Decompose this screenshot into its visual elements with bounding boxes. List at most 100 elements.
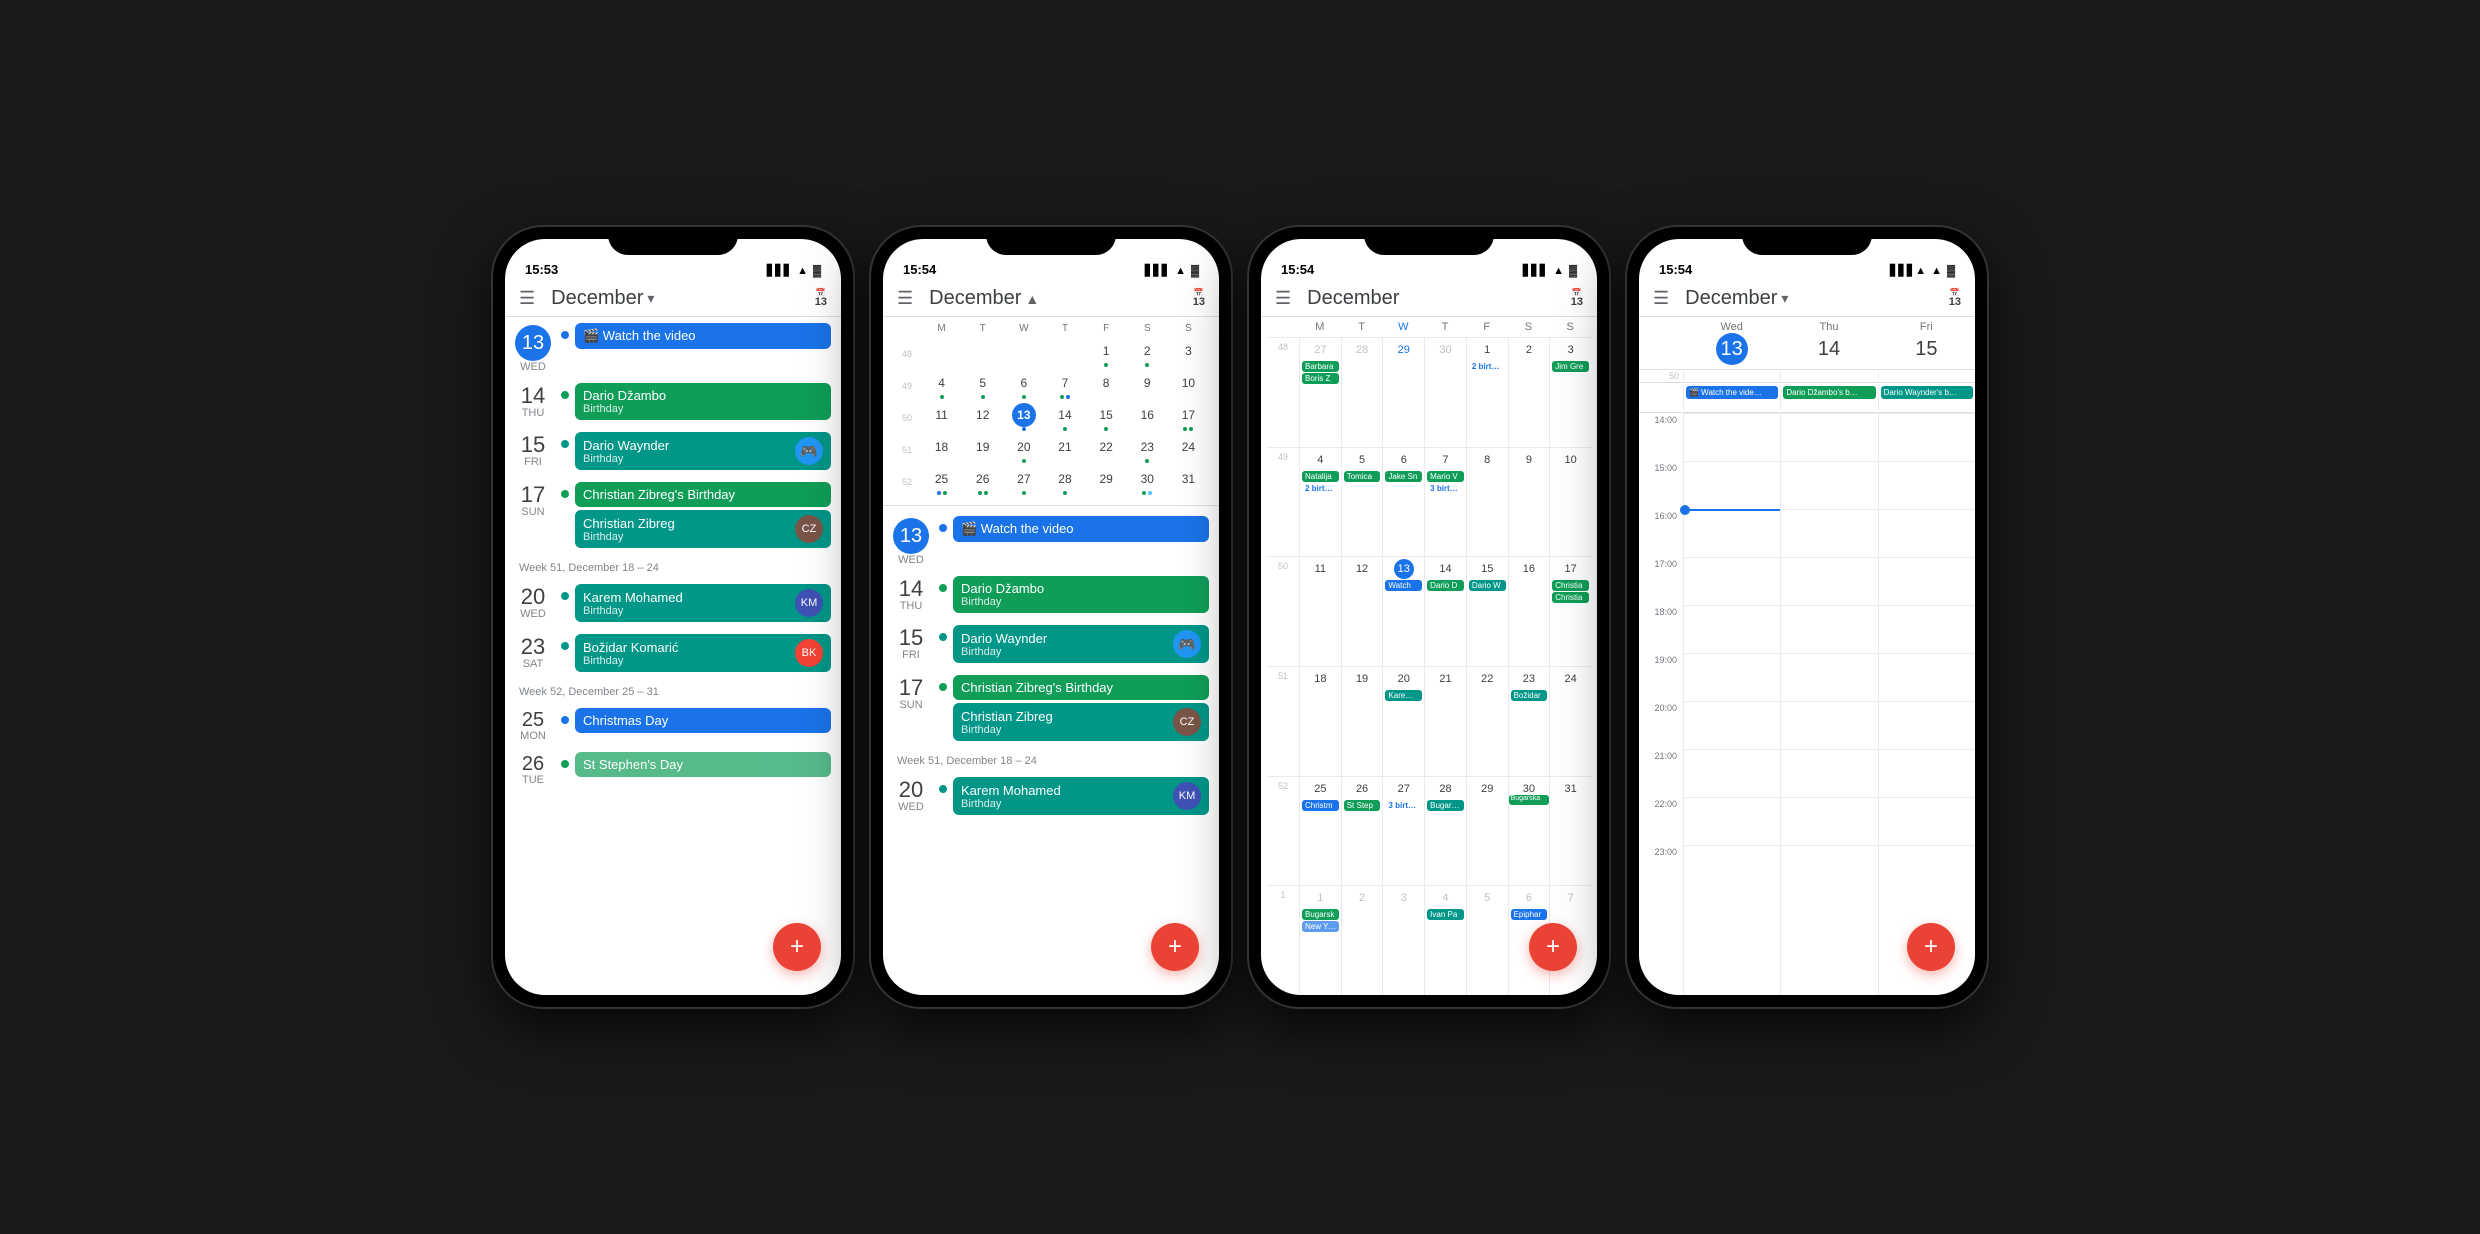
grid-day-4[interactable]: 4Natalija2 birth… <box>1299 448 1341 557</box>
mini-day-12[interactable]: 12 <box>962 402 1003 433</box>
week-day-num-15[interactable]: 15 <box>1910 333 1942 365</box>
schedule-content-2[interactable]: 13 Wed 🎬 Watch the video <box>883 510 1219 995</box>
menu-icon-3[interactable]: ☰ <box>1275 288 1291 309</box>
grid-day-30-g[interactable]: 30Bugarska <box>1508 777 1550 886</box>
grid-day-1-jan[interactable]: 1BugarskNew Ye… <box>1299 886 1341 995</box>
menu-icon-2[interactable]: ☰ <box>897 288 913 309</box>
mini-day-4[interactable]: 4 <box>921 370 962 401</box>
grid-day-15[interactable]: 15Dario W <box>1466 557 1508 666</box>
grid-day-1[interactable]: 12 birth… <box>1466 338 1508 447</box>
mini-day-18[interactable]: 18 <box>921 434 962 465</box>
mini-day-27[interactable]: 27 <box>1003 466 1044 497</box>
week-day-num-13[interactable]: 13 <box>1716 333 1748 365</box>
mini-day-7[interactable]: 7 <box>1044 370 1085 401</box>
grid-day-26-g[interactable]: 26St Step <box>1341 777 1383 886</box>
mini-day-13[interactable]: 13 <box>1003 402 1044 433</box>
grid-day-24[interactable]: 24 <box>1549 667 1591 776</box>
event-karem-2[interactable]: Karem Mohamed Birthday KM <box>953 777 1209 815</box>
event-watch-video-1[interactable]: 🎬 Watch the video <box>575 323 831 349</box>
event-dario-waynder-2[interactable]: Dario Waynder Birthday 🎮 <box>953 625 1209 663</box>
grid-day-19[interactable]: 19 <box>1341 667 1383 776</box>
menu-icon-1[interactable]: ☰ <box>519 288 535 309</box>
mini-day-5[interactable]: 5 <box>962 370 1003 401</box>
grid-day-28-g[interactable]: 28Bugarska <box>1424 777 1466 886</box>
grid-day-4-jan[interactable]: 4Ivan Pa <box>1424 886 1466 995</box>
grid-day-2[interactable]: 2 <box>1508 338 1550 447</box>
mini-day-23[interactable]: 23 <box>1127 434 1168 465</box>
mini-day-24[interactable]: 24 <box>1168 434 1209 465</box>
grid-day-23-g[interactable]: 23Božidar <box>1508 667 1550 776</box>
mini-day-16[interactable]: 16 <box>1127 402 1168 433</box>
grid-day-8[interactable]: 8 <box>1466 448 1508 557</box>
event-watch-video-2[interactable]: 🎬 Watch the video <box>953 516 1209 542</box>
grid-day-3-jan[interactable]: 3 <box>1382 886 1424 995</box>
mini-day-30[interactable]: 30 <box>1127 466 1168 497</box>
grid-day-29[interactable]: 29 <box>1382 338 1424 447</box>
mini-day-17[interactable]: 17 <box>1168 402 1209 433</box>
mini-day-21[interactable]: 21 <box>1044 434 1085 465</box>
calendar-icon-2[interactable]: 📅 13 <box>1193 289 1205 308</box>
calendar-icon-1[interactable]: 📅 13 <box>815 289 827 308</box>
mini-day-2[interactable]: 2 <box>1127 338 1168 369</box>
mini-day-14[interactable]: 14 <box>1044 402 1085 433</box>
grid-day-12[interactable]: 12 <box>1341 557 1383 666</box>
week-col-day-13[interactable] <box>1683 413 1780 995</box>
mini-day-29[interactable]: 29 <box>1086 466 1127 497</box>
mini-day-empty4[interactable] <box>1044 338 1085 369</box>
fab-1[interactable]: + <box>773 923 821 971</box>
fab-2[interactable]: + <box>1151 923 1199 971</box>
grid-day-27-g[interactable]: 273 birth… <box>1382 777 1424 886</box>
event-christian-zibreg-1[interactable]: Christian Zibreg Birthday CZ <box>575 510 831 548</box>
calendar-icon-3[interactable]: 📅 13 <box>1571 289 1583 308</box>
event-dario-dzambo-1[interactable]: Dario Džambo Birthday <box>575 383 831 420</box>
grid-day-20-g[interactable]: 20Karem M <box>1382 667 1424 776</box>
grid-day-6[interactable]: 6Jake Sn <box>1382 448 1424 557</box>
mini-day-empty2[interactable] <box>962 338 1003 369</box>
event-st-stephens-1[interactable]: St Stephen's Day <box>575 752 831 777</box>
mini-day-empty1[interactable] <box>921 338 962 369</box>
event-dario-dzambo-2[interactable]: Dario Džambo Birthday <box>953 576 1209 613</box>
grid-day-27[interactable]: 27BarbaraBoris Z <box>1299 338 1341 447</box>
grid-day-30[interactable]: 30 <box>1424 338 1466 447</box>
grid-day-2-jan[interactable]: 2 <box>1341 886 1383 995</box>
menu-icon-4[interactable]: ☰ <box>1653 288 1669 309</box>
grid-day-18[interactable]: 18 <box>1299 667 1341 776</box>
all-day-dario-dzambo[interactable]: Dario Džambo's b… <box>1783 386 1875 399</box>
calendar-icon-4[interactable]: 📅 13 <box>1949 289 1961 308</box>
mini-day-25[interactable]: 25 <box>921 466 962 497</box>
grid-day-28[interactable]: 28 <box>1341 338 1383 447</box>
mini-day-22[interactable]: 22 <box>1086 434 1127 465</box>
grid-day-3[interactable]: 3Jim Gre <box>1549 338 1591 447</box>
mini-day-1[interactable]: 1 <box>1086 338 1127 369</box>
all-day-dario-waynder[interactable]: Dario Waynder's b… <box>1881 386 1973 399</box>
mini-day-10[interactable]: 10 <box>1168 370 1209 401</box>
grid-day-29-g[interactable]: 29 <box>1466 777 1508 886</box>
mini-day-8[interactable]: 8 <box>1086 370 1127 401</box>
grid-day-31-g[interactable]: 31 <box>1549 777 1591 886</box>
week-col-day-14[interactable] <box>1780 413 1877 995</box>
event-christian-bday-2[interactable]: Christian Zibreg's Birthday <box>953 675 1209 700</box>
grid-day-14[interactable]: 14Dario D <box>1424 557 1466 666</box>
grid-day-16[interactable]: 16 <box>1508 557 1550 666</box>
grid-day-10[interactable]: 10 <box>1549 448 1591 557</box>
mini-day-26[interactable]: 26 <box>962 466 1003 497</box>
mini-day-20[interactable]: 20 <box>1003 434 1044 465</box>
mini-day-28[interactable]: 28 <box>1044 466 1085 497</box>
schedule-content-1[interactable]: 13 Wed 🎬 Watch the video <box>505 317 841 995</box>
event-christian-zibreg-2[interactable]: Christian Zibreg Birthday CZ <box>953 703 1209 741</box>
event-karem-1[interactable]: Karem Mohamed Birthday KM <box>575 584 831 622</box>
all-day-watch-video[interactable]: 🎬 Watch the vide… <box>1686 386 1778 399</box>
mini-day-15[interactable]: 15 <box>1086 402 1127 433</box>
week-col-day-15[interactable] <box>1878 413 1975 995</box>
mini-day-19[interactable]: 19 <box>962 434 1003 465</box>
fab-3[interactable]: + <box>1529 923 1577 971</box>
mini-day-11[interactable]: 11 <box>921 402 962 433</box>
grid-day-7[interactable]: 7Mario V3 birth… <box>1424 448 1466 557</box>
grid-day-17[interactable]: 17ChristiaChristia <box>1549 557 1591 666</box>
mini-day-empty3[interactable] <box>1003 338 1044 369</box>
grid-day-9[interactable]: 9 <box>1508 448 1550 557</box>
event-bozidar-1[interactable]: Božidar Komarić Birthday BK <box>575 634 831 672</box>
mini-day-9[interactable]: 9 <box>1127 370 1168 401</box>
grid-day-25-g[interactable]: 25Christm <box>1299 777 1341 886</box>
event-christmas-1[interactable]: Christmas Day <box>575 708 831 733</box>
